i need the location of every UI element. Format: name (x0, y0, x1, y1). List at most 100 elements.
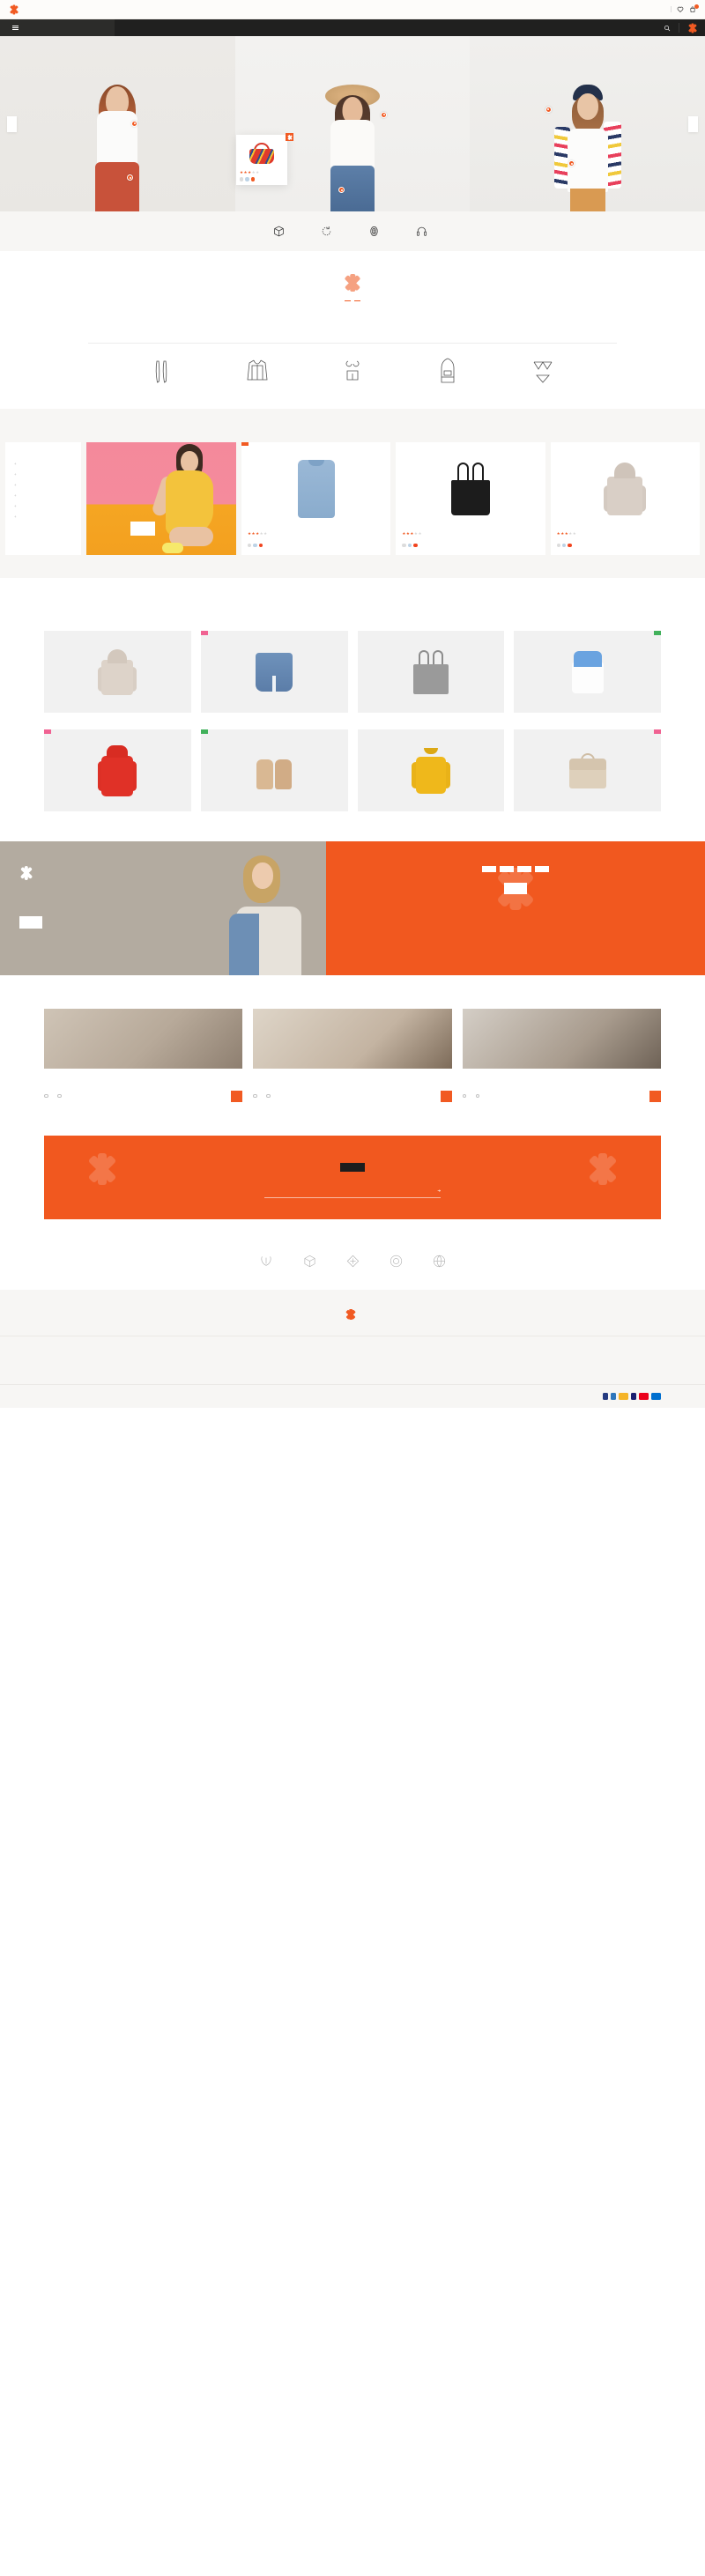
swatch[interactable] (556, 543, 561, 548)
sidebar-list (14, 462, 72, 519)
banner-shop-now-button[interactable] (504, 882, 527, 894)
heart-icon[interactable] (677, 6, 684, 13)
hero-prev-button[interactable] (7, 115, 17, 132)
product-card[interactable] (357, 729, 505, 818)
diamond-icon (346, 1255, 360, 1268)
discount-badge (44, 729, 51, 734)
quick-view-badge (286, 133, 293, 141)
hero-next-button[interactable] (688, 115, 698, 132)
product-card[interactable]: ★ ★ ★ ★ ★ (396, 441, 545, 556)
category-women-shoe[interactable] (134, 359, 190, 389)
brand-logo[interactable] (259, 1255, 273, 1270)
sidebar-item-accessories[interactable] (14, 462, 72, 466)
hotspot-dot[interactable] (545, 106, 552, 113)
swatch[interactable] (250, 177, 256, 181)
swatch[interactable] (253, 543, 257, 548)
return-arrow-icon (321, 226, 332, 237)
hero-slide-1 (0, 36, 235, 211)
footer-column-store (204, 1356, 342, 1365)
dollar-coin-icon (368, 226, 380, 237)
banner-model-image (212, 841, 326, 976)
brand-logo[interactable] (346, 1255, 360, 1270)
logo-mark-icon[interactable] (687, 23, 697, 33)
clothing-sidebar (5, 441, 81, 556)
category-winter-suit[interactable] (229, 359, 286, 389)
product-card[interactable]: ★ ★ ★ ★ ★ (241, 441, 391, 556)
blog-read-more-button[interactable] (440, 1090, 452, 1102)
headset-icon (416, 226, 427, 237)
swatch[interactable] (407, 543, 412, 548)
quick-view-card[interactable]: ★ ★ ★ ★ ★ (236, 133, 293, 185)
banner-shop-now-button[interactable] (19, 916, 42, 929)
swatch[interactable] (568, 543, 572, 548)
product-card[interactable] (200, 729, 348, 818)
footer-logo[interactable] (0, 1308, 705, 1336)
calendar-icon (475, 1093, 480, 1099)
product-rating: ★ ★ ★ ★ ★ (402, 530, 422, 536)
swatch[interactable] (245, 177, 249, 181)
product-card[interactable] (44, 729, 191, 818)
brand-mark-icon (344, 274, 361, 292)
wreath-icon (259, 1255, 273, 1268)
sidebar-item-shoes[interactable] (14, 504, 72, 508)
product-image (357, 631, 505, 714)
countdown-hours (500, 866, 514, 872)
swatch[interactable] (413, 543, 418, 548)
swatch[interactable] (248, 543, 252, 548)
swatch[interactable] (258, 543, 263, 548)
brand-logo[interactable] (390, 1255, 403, 1270)
hotspot-dot[interactable] (381, 111, 387, 118)
footer-bottom (0, 1383, 705, 1408)
product-card[interactable] (200, 631, 348, 720)
cart-icon[interactable] (689, 4, 699, 13)
sidebar-item-shirts[interactable] (14, 493, 72, 498)
quick-view-rating: ★ ★ ★ ★ ★ (240, 170, 260, 174)
blog-card[interactable] (462, 1009, 661, 1102)
all-department-button[interactable] (0, 19, 115, 36)
product-card[interactable] (514, 631, 661, 720)
topbar (0, 0, 705, 19)
brand-logo[interactable] (303, 1255, 316, 1270)
sidebar-item-travel-outdoor[interactable] (14, 514, 72, 519)
swatch[interactable] (562, 543, 567, 548)
brand-logo[interactable] (433, 1255, 446, 1270)
product-image (557, 448, 694, 529)
newsletter-subscribe-button[interactable]: ➜ (434, 1188, 441, 1194)
blog-author (462, 1093, 469, 1099)
category-hot-pants[interactable] (324, 359, 381, 389)
hotspot-dot[interactable] (131, 120, 138, 127)
promo-shop-now-button[interactable] (130, 522, 155, 537)
quick-view-swatches (240, 177, 284, 181)
sidebar-item-bags[interactable] (14, 472, 72, 477)
swatch[interactable] (240, 177, 244, 181)
search-icon[interactable] (664, 25, 671, 32)
blog-read-more-button[interactable] (649, 1090, 661, 1102)
blog-read-more-button[interactable] (231, 1090, 243, 1102)
category-travel-bags[interactable] (419, 358, 476, 389)
countdown-seconds (535, 866, 549, 872)
newsletter-email-input[interactable] (264, 1188, 435, 1194)
blog-card[interactable] (44, 1009, 243, 1102)
product-rating: ★ ★ ★ ★ ★ (556, 530, 576, 536)
payment-visa (631, 1392, 636, 1400)
product-card[interactable] (514, 729, 661, 818)
arrival-tabs (0, 611, 705, 615)
site-logo[interactable] (9, 4, 21, 14)
swatch[interactable] (402, 543, 406, 548)
product-card[interactable]: ★ ★ ★ ★ ★ (550, 441, 700, 556)
discount-badge (200, 631, 208, 635)
winter-collection-promo[interactable] (86, 441, 236, 556)
product-card[interactable] (357, 631, 505, 720)
product-image (357, 729, 505, 812)
blog-card[interactable] (253, 1009, 452, 1102)
category-bikini-suit[interactable] (515, 359, 571, 389)
divider (88, 342, 617, 344)
blog-date (266, 1093, 272, 1099)
blog-author (253, 1093, 259, 1099)
sidebar-item-best-sellers[interactable] (14, 483, 72, 487)
footer-column-category (363, 1356, 501, 1365)
blog-image (462, 1009, 661, 1070)
blog-date (475, 1093, 482, 1099)
product-card[interactable] (44, 631, 191, 720)
heels-icon (134, 359, 190, 383)
